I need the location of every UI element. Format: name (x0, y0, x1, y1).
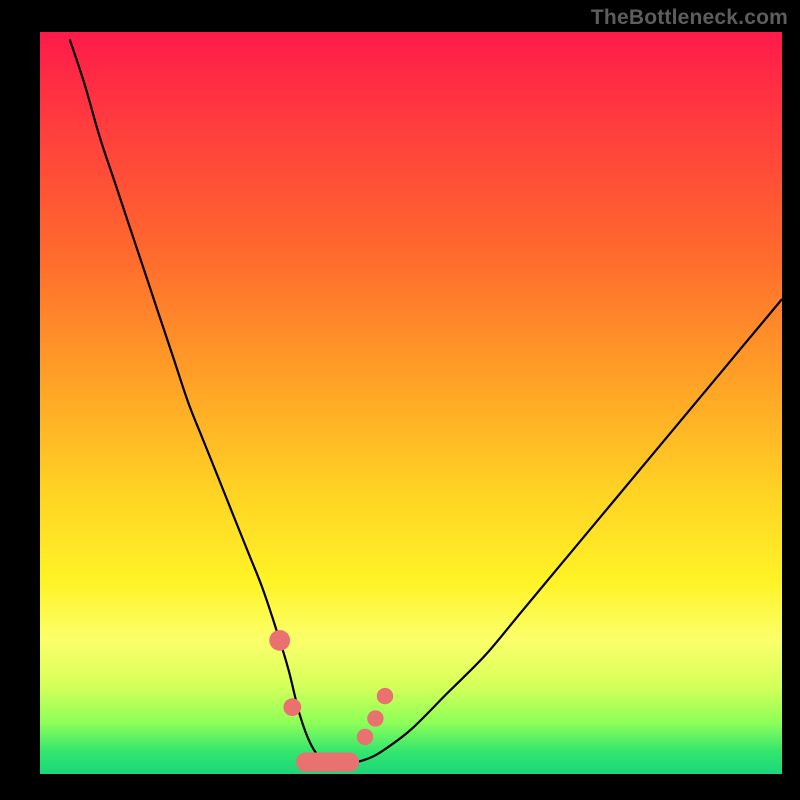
watermark-text: TheBottleneck.com (591, 6, 788, 30)
dot-marker (283, 698, 301, 716)
bottleneck-curve (70, 39, 782, 763)
dot-marker (367, 710, 383, 726)
chart-svg (40, 32, 782, 774)
dot-marker (269, 630, 290, 651)
highlight-dots (269, 630, 393, 745)
bottom-band-rect (296, 753, 359, 772)
dot-marker (357, 729, 373, 745)
outer-frame: TheBottleneck.com (0, 0, 800, 800)
bottom-band (296, 753, 359, 772)
dot-marker (377, 688, 393, 704)
plot-area (40, 32, 782, 774)
